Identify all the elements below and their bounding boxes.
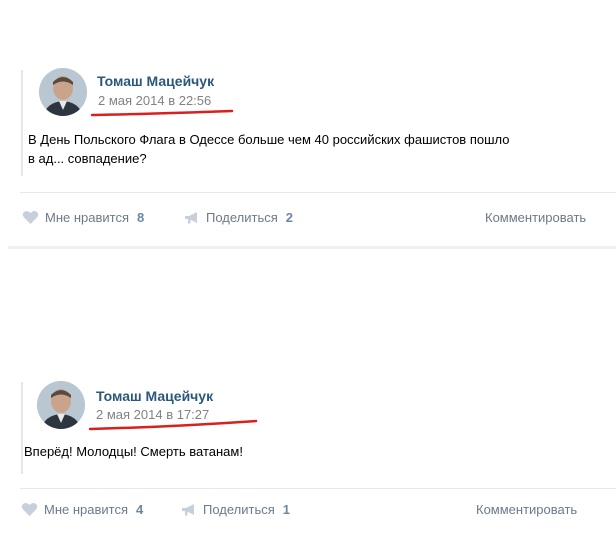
share-button[interactable]: Поделиться 1 <box>181 502 290 517</box>
post-text: В День Польского Флага в Одессе больше ч… <box>28 130 509 168</box>
post-1: Томаш Мацейчук 2 мая 2014 в 22:56 В День… <box>0 52 616 252</box>
author-name[interactable]: Томаш Мацейчук <box>97 73 214 89</box>
post-text-line: Вперёд! Молодцы! Смерть ватанам! <box>24 444 243 459</box>
share-label: Поделиться <box>203 502 275 517</box>
post-actions: Мне нравится 4 Поделиться 1 Комментирова… <box>0 502 616 522</box>
megaphone-icon <box>182 503 194 515</box>
share-button[interactable]: Поделиться 2 <box>184 210 293 225</box>
post-left-border <box>21 382 23 474</box>
post-left-border <box>21 70 23 176</box>
post-bottom-border <box>8 246 616 249</box>
red-underline-annotation <box>90 109 234 117</box>
share-count: 1 <box>282 502 291 517</box>
comment-button[interactable]: Комментировать <box>476 502 577 517</box>
post-text-line: В День Польского Флага в Одессе больше ч… <box>28 132 510 147</box>
red-underline-annotation <box>88 419 258 431</box>
share-count: 2 <box>285 210 294 225</box>
divider <box>20 488 616 489</box>
post-text: Вперёд! Молодцы! Смерть ватанам! <box>24 442 243 461</box>
like-count: 4 <box>136 502 144 517</box>
avatar[interactable] <box>37 381 85 429</box>
like-label: Мне нравится <box>45 210 130 225</box>
post-text-line: в ад... совпадение? <box>28 151 147 166</box>
like-button[interactable]: Мне нравится 4 <box>21 502 143 517</box>
share-label: Поделиться <box>206 210 278 225</box>
heart-icon <box>21 502 38 516</box>
post-actions: Мне нравится 8 Поделиться 2 Комментирова… <box>0 210 616 230</box>
megaphone-icon <box>185 211 197 223</box>
like-count: 8 <box>137 210 145 225</box>
like-button[interactable]: Мне нравится 8 <box>22 210 144 225</box>
post-date[interactable]: 2 мая 2014 в 22:56 <box>98 93 211 108</box>
author-name[interactable]: Томаш Мацейчук <box>96 388 213 404</box>
like-label: Мне нравится <box>44 502 129 517</box>
post-2: Томаш Мацейчук 2 мая 2014 в 17:27 Вперёд… <box>0 366 616 538</box>
comment-button[interactable]: Комментировать <box>485 210 586 225</box>
divider <box>20 192 616 193</box>
avatar[interactable] <box>39 68 87 116</box>
heart-icon <box>22 210 39 224</box>
